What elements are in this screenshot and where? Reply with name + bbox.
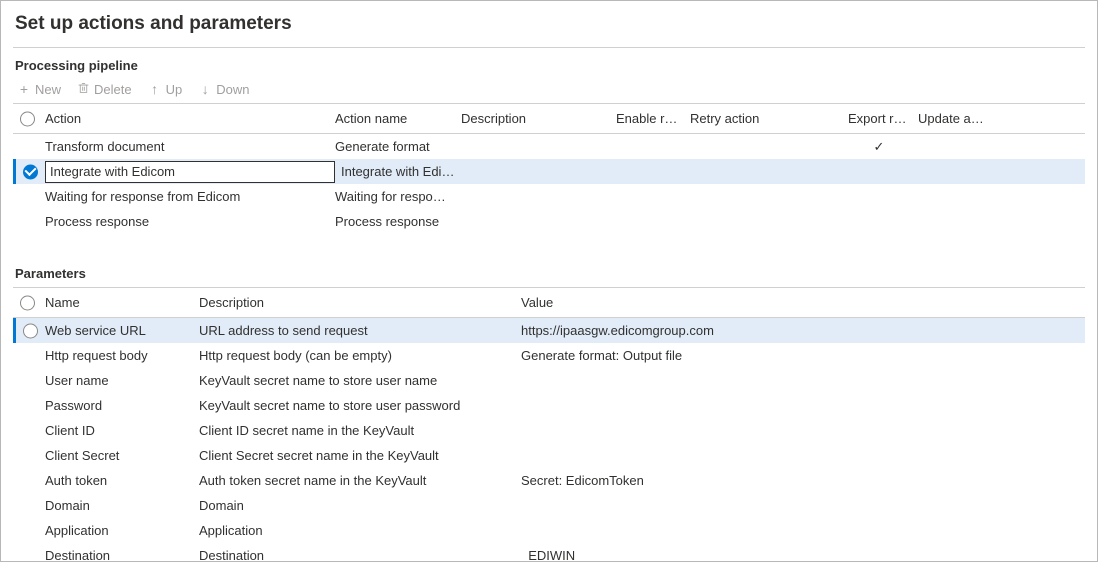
col-update-action[interactable]: Update act... xyxy=(918,111,998,126)
parameters-row[interactable]: DomainDomain xyxy=(13,493,1085,518)
cell-value[interactable]: https://ipaasgw.edicomgroup.com xyxy=(521,323,1085,338)
parameters-row[interactable]: Client SecretClient Secret secret name i… xyxy=(13,443,1085,468)
actions-grid: Action Action name Description Enable re… xyxy=(13,103,1085,234)
actions-row[interactable]: Waiting for response from EdicomWaiting … xyxy=(13,184,1085,209)
trash-icon xyxy=(77,81,90,97)
page-title: Set up actions and parameters xyxy=(13,11,1085,47)
col-name[interactable]: Name xyxy=(45,295,199,310)
cell-name[interactable]: Client Secret xyxy=(45,448,199,463)
parameters-row[interactable]: ApplicationApplication xyxy=(13,518,1085,543)
cell-export-result[interactable]: ✓ xyxy=(848,139,918,155)
cell-action[interactable]: Process response xyxy=(45,214,335,229)
col-action[interactable]: Action xyxy=(45,111,335,126)
cell-description[interactable]: Client Secret secret name in the KeyVaul… xyxy=(199,448,521,463)
col-export-result[interactable]: Export result xyxy=(848,111,918,126)
cell-value[interactable]: Generate format: Output file xyxy=(521,348,1085,363)
cell-name[interactable]: User name xyxy=(45,373,199,388)
col-description[interactable]: Description xyxy=(199,295,521,310)
cell-description[interactable]: Http request body (can be empty) xyxy=(199,348,521,363)
cell-description[interactable]: Client ID secret name in the KeyVault xyxy=(199,423,521,438)
parameters-row[interactable]: Auth tokenAuth token secret name in the … xyxy=(13,468,1085,493)
section-header-pipeline: Processing pipeline xyxy=(13,52,1085,79)
col-action-name[interactable]: Action name xyxy=(335,111,461,126)
section-header-parameters: Parameters xyxy=(13,260,1085,287)
cell-name[interactable]: Client ID xyxy=(45,423,199,438)
parameters-row[interactable]: PasswordKeyVault secret name to store us… xyxy=(13,393,1085,418)
row-select-circle[interactable] xyxy=(23,323,38,338)
cell-action-name[interactable]: Waiting for response fro... xyxy=(335,189,461,204)
new-label: New xyxy=(35,82,61,97)
select-all-circle[interactable] xyxy=(20,295,35,310)
up-button[interactable]: ↑ Up xyxy=(148,82,183,97)
cell-description[interactable]: Application xyxy=(199,523,521,538)
parameters-grid: Name Description Value Web service URLUR… xyxy=(13,287,1085,562)
cell-action-name[interactable]: Generate format xyxy=(335,139,461,154)
cell-action[interactable]: Transform document xyxy=(45,139,335,154)
toolbar: + New Delete ↑ Up ↓ Down xyxy=(13,79,1085,103)
col-enable-retry[interactable]: Enable retry xyxy=(616,111,690,126)
plus-icon: + xyxy=(17,82,31,96)
actions-row[interactable]: Process responseProcess response xyxy=(13,209,1085,234)
cell-name[interactable]: Http request body xyxy=(45,348,199,363)
cell-description[interactable]: URL address to send request xyxy=(199,323,521,338)
parameters-row[interactable]: DestinationDestination_EDIWIN xyxy=(13,543,1085,562)
arrow-up-icon: ↑ xyxy=(148,82,162,96)
up-label: Up xyxy=(166,82,183,97)
parameters-row[interactable]: User nameKeyVault secret name to store u… xyxy=(13,368,1085,393)
down-label: Down xyxy=(216,82,249,97)
arrow-down-icon: ↓ xyxy=(198,82,212,96)
down-button[interactable]: ↓ Down xyxy=(198,82,249,97)
col-retry-action[interactable]: Retry action xyxy=(690,111,848,126)
cell-description[interactable]: Domain xyxy=(199,498,521,513)
cell-action[interactable]: Integrate with Edicom xyxy=(45,161,335,183)
cell-name[interactable]: Password xyxy=(45,398,199,413)
cell-description[interactable]: KeyVault secret name to store user passw… xyxy=(199,398,521,413)
cell-name[interactable]: Destination xyxy=(45,548,199,562)
cell-value[interactable]: Secret: EdicomToken xyxy=(521,473,1085,488)
actions-row[interactable]: Transform documentGenerate format ✓ xyxy=(13,134,1085,159)
col-description[interactable]: Description xyxy=(461,111,616,126)
new-button[interactable]: + New xyxy=(17,82,61,97)
parameters-header-row: Name Description Value xyxy=(13,288,1085,318)
cell-action-name[interactable]: Process response xyxy=(335,214,461,229)
cell-value[interactable]: _EDIWIN xyxy=(521,548,1085,562)
dialog-frame: Set up actions and parameters Processing… xyxy=(0,0,1098,562)
cell-description[interactable]: Auth token secret name in the KeyVault xyxy=(199,473,521,488)
delete-label: Delete xyxy=(94,82,132,97)
cell-description[interactable]: KeyVault secret name to store user name xyxy=(199,373,521,388)
cell-description[interactable]: Destination xyxy=(199,548,521,562)
delete-button[interactable]: Delete xyxy=(77,81,132,97)
divider xyxy=(13,47,1085,48)
cell-name[interactable]: Application xyxy=(45,523,199,538)
select-all-circle[interactable] xyxy=(20,111,35,126)
parameters-row[interactable]: Http request bodyHttp request body (can … xyxy=(13,343,1085,368)
cell-action-name[interactable]: Integrate with Edicom xyxy=(341,164,467,179)
cell-name[interactable]: Auth token xyxy=(45,473,199,488)
cell-name[interactable]: Web service URL xyxy=(45,323,199,338)
parameters-row[interactable]: Client IDClient ID secret name in the Ke… xyxy=(13,418,1085,443)
cell-action[interactable]: Waiting for response from Edicom xyxy=(45,189,335,204)
actions-header-row: Action Action name Description Enable re… xyxy=(13,104,1085,134)
row-selected-indicator[interactable] xyxy=(23,164,38,179)
actions-row[interactable]: Integrate with Edicom Integrate with Edic… xyxy=(13,159,1085,184)
cell-name[interactable]: Domain xyxy=(45,498,199,513)
parameters-row[interactable]: Web service URLURL address to send reque… xyxy=(13,318,1085,343)
col-value[interactable]: Value xyxy=(521,295,1085,310)
